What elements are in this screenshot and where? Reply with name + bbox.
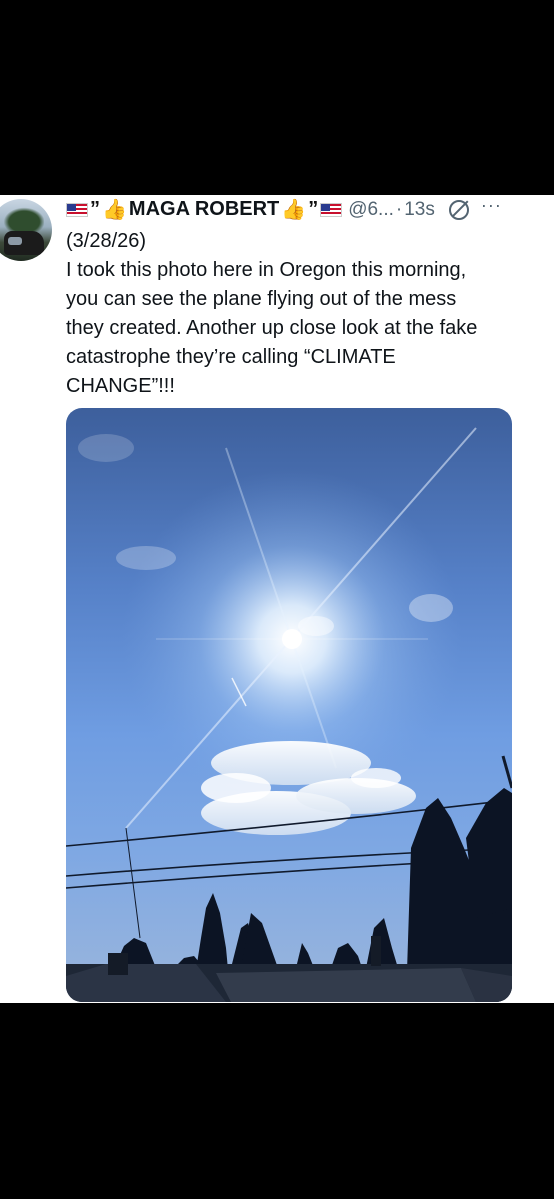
separator-dot: ·: [395, 198, 403, 220]
tweet-text-line: I took this photo here in Oregon this mo…: [66, 259, 467, 281]
tweet-text-line: CHANGE”!!!: [66, 375, 175, 397]
us-flag-icon: [320, 202, 343, 217]
avatar[interactable]: [0, 199, 52, 261]
cloud-wisp: [298, 616, 334, 636]
post-photo[interactable]: [66, 408, 512, 1002]
cloud-wisp: [409, 594, 453, 622]
post-time[interactable]: 13s: [404, 199, 435, 221]
avatar-trees: [0, 205, 44, 233]
tweet-header: ” 👍 MAGA ROBERT 👍” @6... · 13s ···: [66, 195, 554, 223]
thumbs-up-icon: 👍: [102, 199, 127, 221]
tweet-text: (3/28/26) I took this photo here in Oreg…: [66, 227, 542, 401]
cloud-wisp: [78, 434, 134, 462]
utility-pole: [501, 755, 512, 789]
thumbs-up-icon: 👍: [281, 199, 307, 221]
more-icon[interactable]: ···: [481, 195, 502, 216]
tweet-card[interactable]: ” 👍 MAGA ROBERT 👍” @6... · 13s ··· (3/28/26) I …: [0, 195, 554, 1003]
author-suffix-quote: ”: [308, 198, 319, 220]
author-handle[interactable]: @6...: [348, 199, 394, 221]
tweet-text-line: they created. Another up close look at t…: [66, 317, 478, 339]
mute-icon[interactable]: [448, 199, 469, 220]
tweet-text-line: you can see the plane flying out of the …: [66, 288, 457, 310]
cloud-wisp: [116, 546, 176, 570]
sky-photo-graphic: [66, 427, 512, 1002]
author-name[interactable]: MAGA ROBERT: [129, 198, 279, 221]
sun: [282, 629, 302, 649]
author-prefix-quote: ”: [90, 198, 100, 220]
tweet-text-line: (3/28/26): [66, 230, 147, 252]
us-flag-icon: [66, 202, 88, 217]
avatar-motorcycle: [4, 231, 44, 255]
tweet-text-line: catastrophe they’re calling “CLIMATE: [66, 346, 396, 368]
